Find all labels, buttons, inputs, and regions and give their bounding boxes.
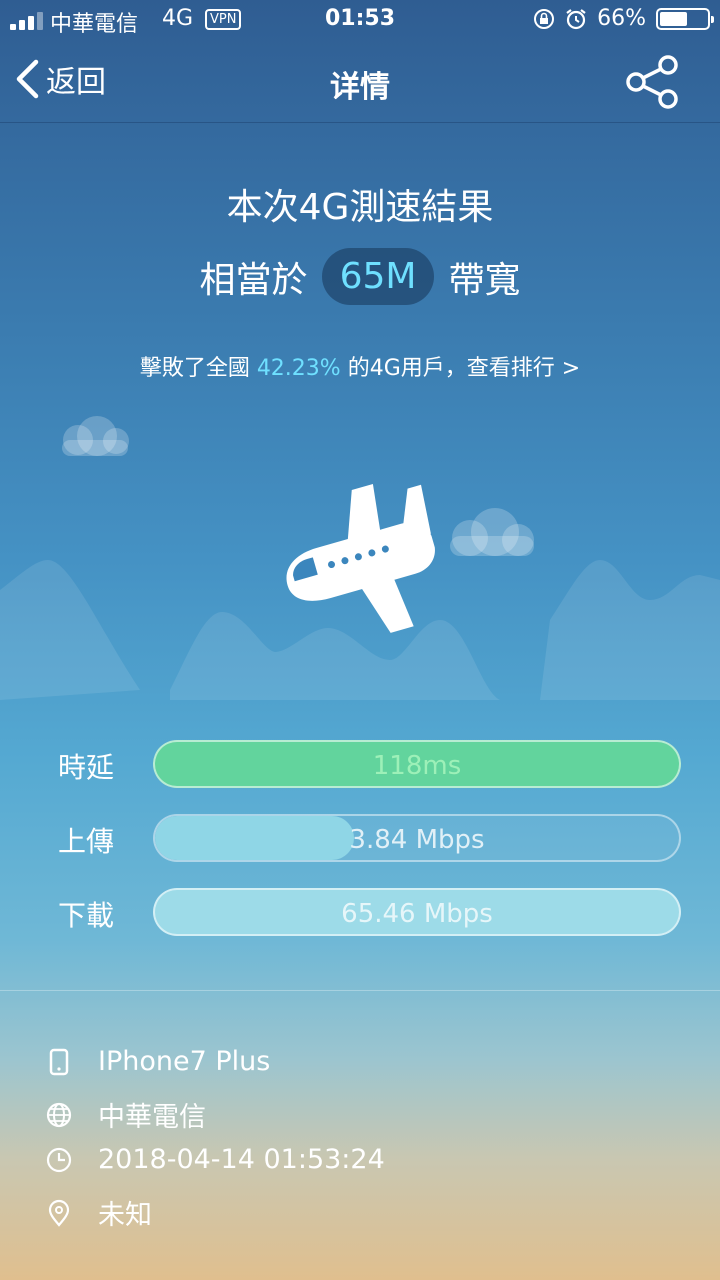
location-pin-icon bbox=[48, 1199, 70, 1227]
latency-bar: 118ms bbox=[153, 740, 681, 788]
phone-icon bbox=[49, 1048, 69, 1075]
rank-percent: 42.23% bbox=[256, 356, 341, 381]
carrier-name: 中華電信 bbox=[98, 1102, 206, 1133]
bandwidth-value: 65M bbox=[321, 248, 435, 305]
download-value: 65.46 Mbps bbox=[341, 899, 493, 929]
page-title: 详情 bbox=[330, 70, 390, 105]
location-row: 未知 bbox=[44, 1193, 152, 1232]
result-title: 本次4G測速結果 bbox=[226, 187, 494, 228]
datetime-row: 2018-04-14 01:53:24 bbox=[44, 1144, 385, 1175]
upload-bar: 3.84 Mbps bbox=[153, 814, 681, 862]
alarm-icon bbox=[566, 8, 586, 29]
status-bar: 中華電信 4G VPN 01:53 66% bbox=[0, 0, 720, 40]
latency-label: 時延 bbox=[58, 751, 115, 784]
orientation-lock-icon bbox=[534, 8, 555, 29]
divider bbox=[0, 990, 720, 991]
ranking-link[interactable]: 擊敗了全國 42.23% 的4G用戶，查看排行 > bbox=[0, 350, 720, 382]
test-datetime: 2018-04-14 01:53:24 bbox=[98, 1144, 385, 1175]
download-bar: 65.46 Mbps bbox=[153, 888, 681, 936]
bandwidth-prefix: 相當於 bbox=[199, 259, 308, 301]
bandwidth-line: 相當於 65M 帶寬 bbox=[0, 248, 720, 305]
bandwidth-suffix: 帶寬 bbox=[448, 259, 521, 301]
battery-icon bbox=[656, 7, 714, 30]
carrier-row: 中華電信 bbox=[44, 1095, 206, 1134]
battery-percent: 66% bbox=[597, 6, 646, 31]
latency-value: 118ms bbox=[372, 751, 462, 781]
clock-icon bbox=[46, 1147, 72, 1172]
rank-text-after: 的4G用戶，查看排行 > bbox=[340, 356, 581, 381]
device-name: IPhone7 Plus bbox=[98, 1046, 271, 1077]
cloud-right bbox=[450, 508, 534, 556]
location-value: 未知 bbox=[98, 1200, 152, 1231]
download-label: 下載 bbox=[58, 899, 115, 932]
cloud-left bbox=[62, 416, 129, 456]
rank-text-before: 擊敗了全國 bbox=[139, 356, 257, 381]
status-right: 66% bbox=[533, 6, 714, 31]
share-icon[interactable] bbox=[624, 54, 680, 110]
nav-bar: 返回 详情 bbox=[0, 40, 720, 123]
globe-icon bbox=[46, 1102, 72, 1127]
device-row: IPhone7 Plus bbox=[44, 1046, 270, 1077]
upload-value: 3.84 Mbps bbox=[349, 825, 485, 855]
upload-label: 上傳 bbox=[58, 825, 115, 858]
